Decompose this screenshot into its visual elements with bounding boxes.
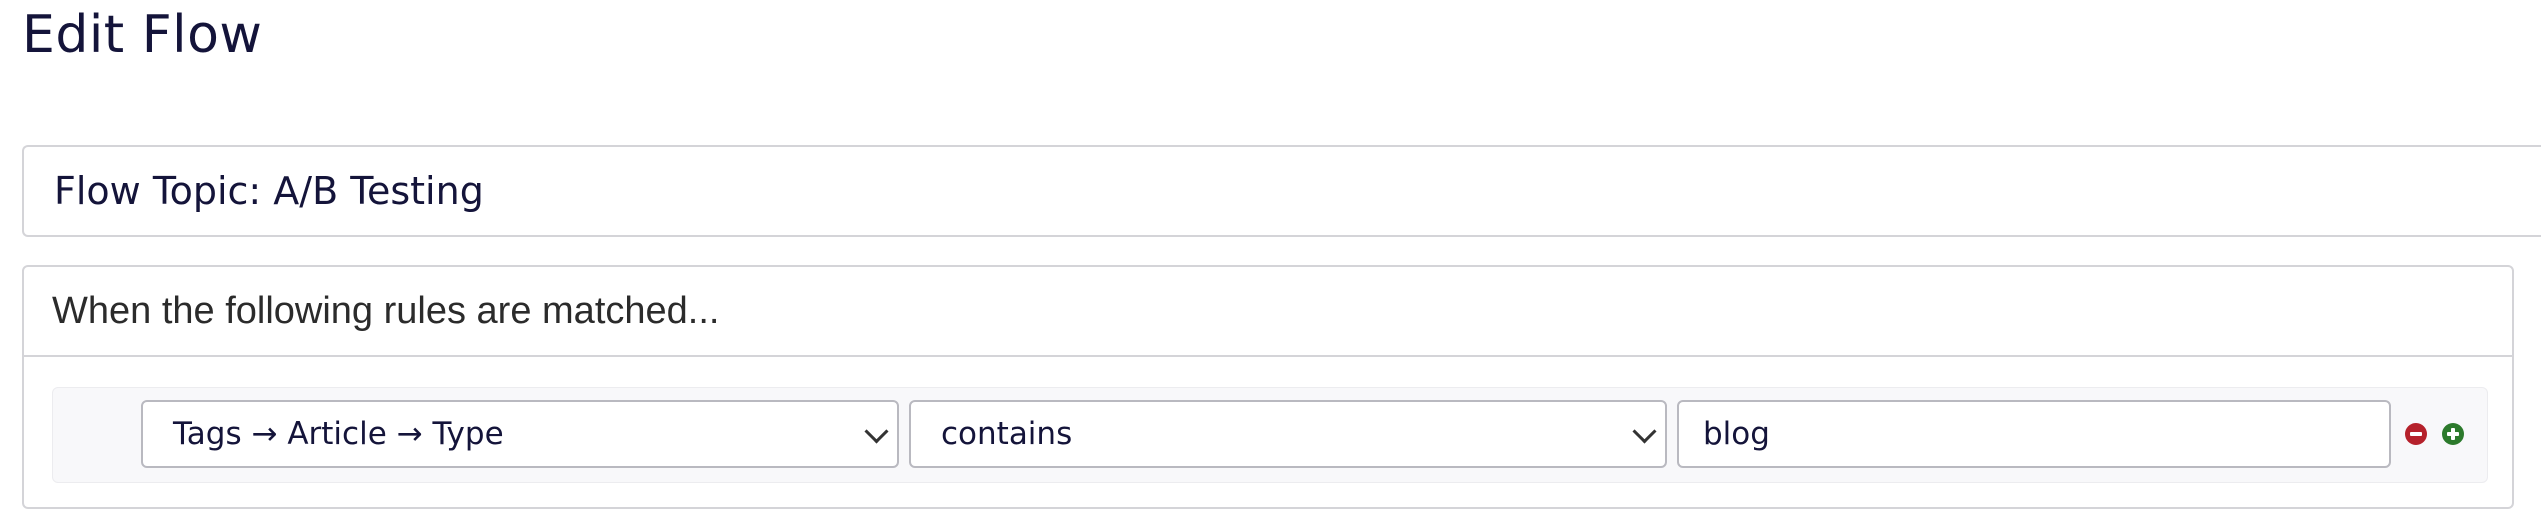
- rules-card: When the following rules are matched... …: [22, 265, 2514, 509]
- rule-value-input[interactable]: blog: [1677, 400, 2391, 468]
- rules-header-text: When the following rules are matched...: [52, 289, 720, 332]
- flow-topic-text: Flow Topic: A/B Testing: [54, 169, 484, 213]
- rule-operator-select[interactable]: contains: [909, 400, 1667, 468]
- minus-circle-icon[interactable]: [2405, 423, 2427, 445]
- rule-operator-value: contains: [941, 416, 1073, 452]
- rules-card-header: When the following rules are matched...: [24, 267, 2512, 357]
- rule-value-text: blog: [1703, 416, 1770, 452]
- flow-topic-field[interactable]: Flow Topic: A/B Testing: [22, 145, 2541, 237]
- plus-circle-icon[interactable]: [2442, 423, 2464, 445]
- chevron-down-icon: [1632, 419, 1657, 444]
- rule-field-select[interactable]: Tags → Article → Type: [141, 400, 899, 468]
- chevron-down-icon: [864, 419, 889, 444]
- rule-row: Tags → Article → Type contains blog: [52, 387, 2488, 483]
- rule-field-value: Tags → Article → Type: [173, 416, 504, 452]
- page-title: Edit Flow: [22, 5, 263, 65]
